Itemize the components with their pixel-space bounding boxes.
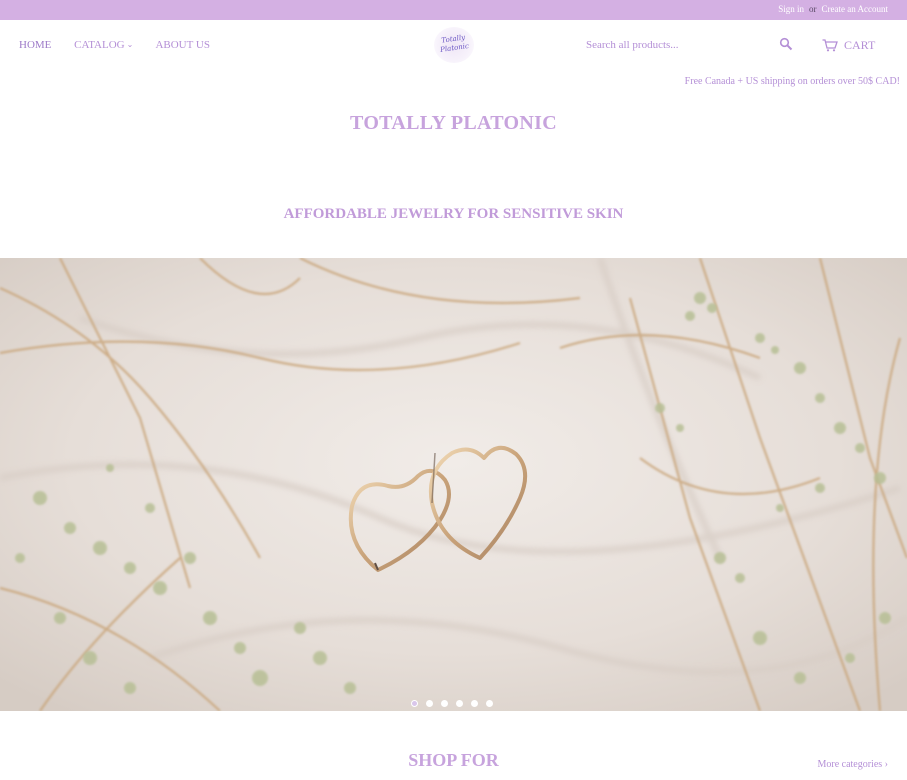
nav-about[interactable]: ABOUT US — [155, 39, 210, 51]
main-nav: HOME CATALOG ⌄ ABOUT US — [19, 39, 230, 51]
cart-icon — [822, 39, 838, 52]
slide-dot[interactable] — [471, 700, 478, 707]
slide-dot[interactable] — [486, 700, 493, 707]
slide-dot[interactable] — [426, 700, 433, 707]
shop-for-heading: SHOP FOR — [408, 750, 499, 770]
create-account-link[interactable]: Create an Account — [822, 4, 888, 14]
site-title: TOTALLY PLATONIC — [350, 112, 557, 134]
site-logo[interactable]: Totally Platonic — [434, 27, 474, 63]
more-categories-link[interactable]: More categories › — [817, 759, 888, 770]
nav-catalog-label: CATALOG — [74, 39, 125, 51]
hero-image — [0, 258, 907, 711]
slideshow-dots — [411, 694, 501, 711]
slide-dot[interactable] — [456, 700, 463, 707]
slide-dot[interactable] — [411, 700, 418, 707]
cart-label: CART — [844, 38, 876, 52]
logo-text: Totally Platonic — [439, 33, 470, 54]
or-text: or — [809, 4, 817, 14]
account-links: Sign in or Create an Account — [778, 4, 888, 14]
slide-dot[interactable] — [441, 700, 448, 707]
cart-link[interactable]: CART — [822, 38, 875, 53]
chevron-down-icon: ⌄ — [126, 40, 134, 49]
shipping-notice: Free Canada + US shipping on orders over… — [684, 76, 900, 87]
hero-slideshow[interactable] — [0, 258, 907, 711]
sign-in-link[interactable]: Sign in — [778, 4, 804, 14]
search-input[interactable] — [586, 36, 776, 54]
search-icon[interactable] — [779, 37, 793, 51]
tagline: AFFORDABLE JEWELRY FOR SENSITIVE SKIN — [283, 206, 624, 222]
nav-catalog[interactable]: CATALOG ⌄ — [74, 39, 133, 51]
search-form — [586, 36, 796, 54]
nav-home[interactable]: HOME — [19, 39, 51, 51]
top-bar: Sign in or Create an Account — [0, 0, 907, 20]
